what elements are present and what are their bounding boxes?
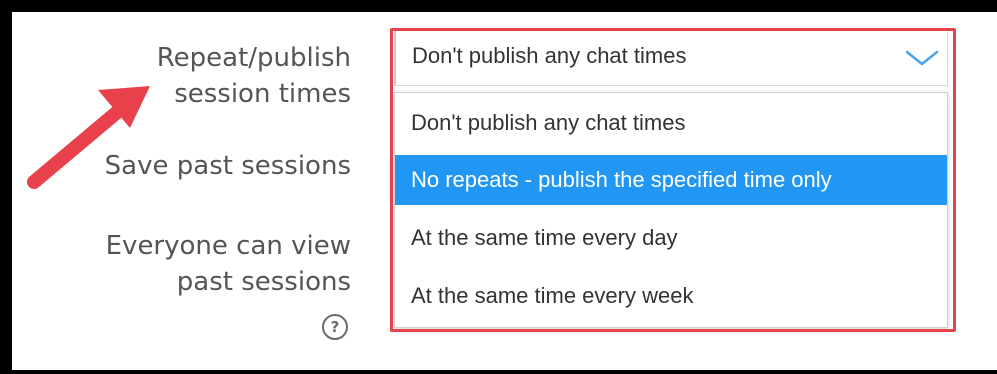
select-dropdown-list: Don't publish any chat times No repeats … [394, 92, 948, 328]
chevron-down-icon[interactable] [905, 49, 939, 67]
help-icon[interactable]: ? [322, 314, 348, 340]
option-no-repeats[interactable]: No repeats - publish the specified time … [395, 155, 947, 205]
repeat-publish-select[interactable]: Don't publish any chat times [394, 30, 948, 86]
option-every-day[interactable]: At the same time every day [395, 213, 947, 263]
settings-panel: Repeat/publish session times Save past s… [12, 12, 997, 370]
save-past-sessions-label: Save past sessions [104, 151, 351, 181]
select-current-value: Don't publish any chat times [412, 43, 687, 68]
everyone-can-view-label: Everyone can view past sessions [106, 228, 351, 300]
repeat-publish-label-line2: session times [174, 79, 351, 109]
repeat-publish-label-line1: Repeat/publish [156, 43, 351, 73]
repeat-publish-label: Repeat/publish session times [157, 40, 351, 112]
option-every-week[interactable]: At the same time every week [395, 271, 947, 321]
everyone-can-view-label-line1: Everyone can view [105, 231, 351, 261]
option-dont-publish[interactable]: Don't publish any chat times [395, 98, 947, 148]
everyone-can-view-label-line2: past sessions [176, 267, 351, 297]
